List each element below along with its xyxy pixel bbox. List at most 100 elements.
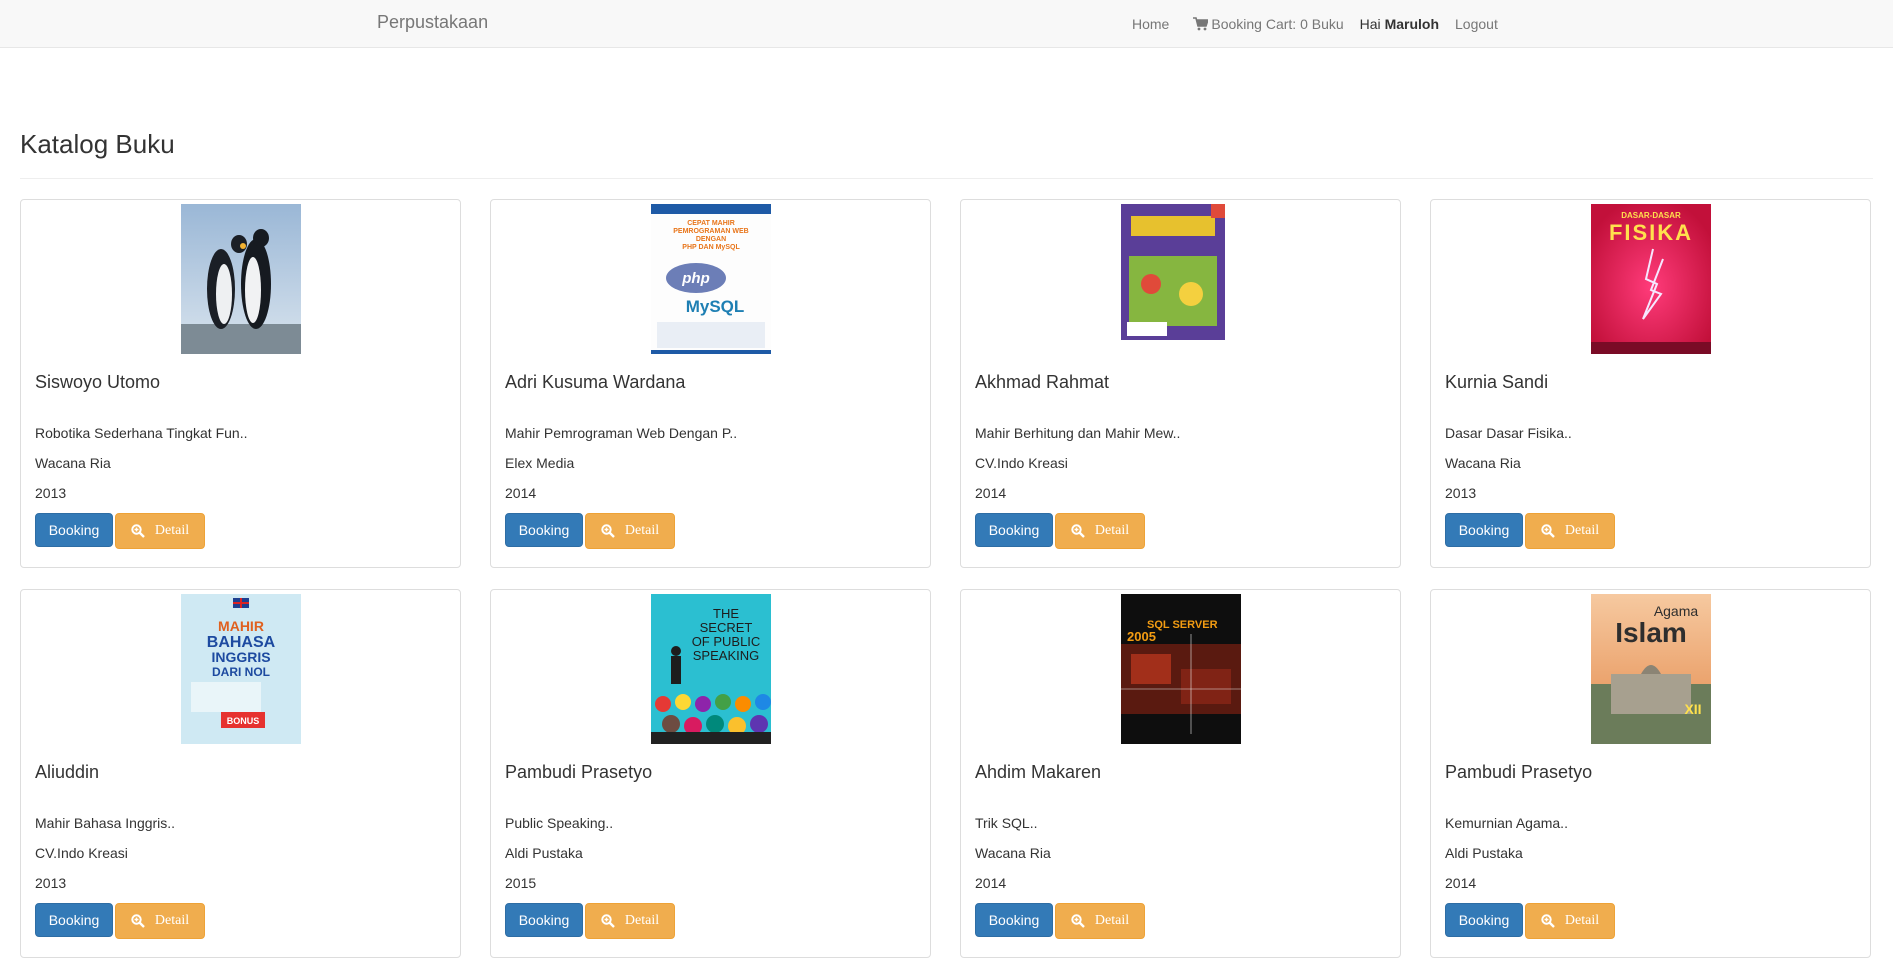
booking-button[interactable]: Booking (1445, 903, 1523, 937)
svg-text:DARI NOL: DARI NOL (212, 665, 270, 679)
book-cover-image[interactable] (181, 204, 301, 354)
svg-text:MAHIR: MAHIR (218, 618, 264, 634)
book-cover-image[interactable]: MAHIR BAHASA INGGRIS DARI NOL BONUS (181, 594, 301, 744)
book-author: Ahdim Makaren (975, 762, 1102, 782)
booking-button[interactable]: Booking (505, 513, 583, 547)
nav-cart-link[interactable]: Booking Cart: 0 Buku (1193, 16, 1344, 32)
book-card: SQL SERVER 2005 Ahdim Makaren Trik SQL..… (960, 589, 1401, 958)
detail-label: Detail (1564, 523, 1600, 538)
book-title: Public Speaking.. (505, 815, 614, 831)
book-year: 2014 (975, 485, 1007, 501)
book-card: THE SECRET OF PUBLIC SPEAKING Pambudi Pr… (490, 589, 931, 958)
book-title: Trik SQL.. (975, 815, 1038, 831)
svg-text:THE: THE (713, 606, 739, 621)
book-year: 2014 (975, 875, 1007, 891)
detail-label: Detail (1094, 523, 1130, 538)
detail-label: Detail (624, 523, 660, 538)
svg-text:MySQL: MySQL (686, 297, 745, 316)
zoom-in-icon (1071, 914, 1085, 928)
zoom-in-icon (1541, 914, 1555, 928)
user-name: Maruloh (1384, 16, 1440, 32)
book-cover-image[interactable]: THE SECRET OF PUBLIC SPEAKING (651, 594, 771, 744)
detail-label: Detail (1564, 913, 1600, 928)
top-navbar: Perpustakaan Home Booking Cart: 0 Buku H… (0, 0, 1893, 48)
book-title: Mahir Pemrograman Web Dengan P.. (505, 425, 738, 441)
zoom-in-icon (601, 524, 615, 538)
detail-label: Detail (154, 523, 190, 538)
booking-button[interactable]: Booking (975, 903, 1053, 937)
book-author: Pambudi Prasetyo (505, 762, 653, 782)
book-card: CEPAT MAHIR PEMROGRAMAN WEB DENGAN PHP D… (490, 199, 931, 568)
detail-button[interactable]: Detail (115, 513, 205, 549)
book-card: DASAR-DASAR FISIKA Kurnia Sandi Dasar Da… (1430, 199, 1871, 568)
user-greeting: Hai Maruloh (1360, 16, 1439, 32)
book-year: 2013 (35, 485, 67, 501)
detail-button[interactable]: Detail (585, 903, 675, 939)
detail-label: Detail (154, 913, 190, 928)
book-card: MAHIR BAHASA INGGRIS DARI NOL BONUS Aliu… (20, 589, 461, 958)
book-publisher: Elex Media (505, 455, 575, 471)
greeting-prefix: Hai (1359, 16, 1385, 32)
book-year: 2014 (505, 485, 537, 501)
svg-text:php: php (681, 270, 710, 287)
booking-button[interactable]: Booking (975, 513, 1053, 547)
book-cover-image[interactable]: Agama Islam XII (1591, 594, 1711, 744)
page-header: Katalog Buku (20, 129, 1873, 179)
book-author: Adri Kusuma Wardana (505, 372, 686, 392)
logout-link[interactable]: Logout (1455, 16, 1498, 32)
zoom-in-icon (131, 914, 145, 928)
book-card: Agama Islam XII Pambudi Prasetyo Kemurni… (1430, 589, 1871, 958)
svg-text:DENGAN: DENGAN (696, 236, 726, 243)
booking-button[interactable]: Booking (505, 903, 583, 937)
zoom-in-icon (1541, 524, 1555, 538)
detail-button[interactable]: Detail (1055, 903, 1145, 939)
book-year: 2015 (505, 875, 537, 891)
book-year: 2014 (1445, 875, 1477, 891)
book-publisher: CV.Indo Kreasi (35, 845, 128, 861)
svg-text:CEPAT MAHIR: CEPAT MAHIR (687, 220, 735, 227)
svg-text:DASAR-DASAR: DASAR-DASAR (1621, 211, 1681, 220)
booking-button[interactable]: Booking (35, 513, 113, 547)
nav-home-link[interactable]: Home (1132, 16, 1169, 32)
svg-text:OF PUBLIC: OF PUBLIC (692, 634, 761, 649)
svg-text:BONUS: BONUS (227, 716, 260, 726)
svg-text:SQL SERVER: SQL SERVER (1147, 619, 1218, 631)
svg-text:SPEAKING: SPEAKING (693, 648, 759, 663)
svg-text:XII: XII (1684, 701, 1701, 717)
brand-link[interactable]: Perpustakaan (377, 12, 488, 33)
book-cover-image[interactable]: SQL SERVER 2005 (1121, 594, 1241, 744)
svg-text:2005: 2005 (1127, 629, 1156, 644)
book-card: Akhmad Rahmat Mahir Berhitung dan Mahir … (960, 199, 1401, 568)
detail-button[interactable]: Detail (585, 513, 675, 549)
svg-text:INGGRIS: INGGRIS (211, 649, 270, 665)
detail-button[interactable]: Detail (1525, 903, 1615, 939)
svg-text:PEMROGRAMAN WEB: PEMROGRAMAN WEB (673, 228, 748, 235)
booking-button[interactable]: Booking (35, 903, 113, 937)
shopping-cart-icon (1193, 17, 1210, 31)
svg-text:PHP DAN MySQL: PHP DAN MySQL (682, 244, 740, 251)
book-publisher: Wacana Ria (1445, 455, 1521, 471)
detail-label: Detail (1094, 913, 1130, 928)
booking-button[interactable]: Booking (1445, 513, 1523, 547)
book-cover-image[interactable] (1121, 204, 1241, 354)
svg-text:Islam: Islam (1615, 617, 1687, 648)
book-publisher: Wacana Ria (975, 845, 1051, 861)
detail-button[interactable]: Detail (1525, 513, 1615, 549)
detail-label: Detail (624, 913, 660, 928)
book-author: Kurnia Sandi (1445, 372, 1549, 392)
zoom-in-icon (601, 914, 615, 928)
detail-button[interactable]: Detail (115, 903, 205, 939)
svg-text:FISIKA: FISIKA (1609, 220, 1693, 245)
detail-button[interactable]: Detail (1055, 513, 1145, 549)
book-publisher: Aldi Pustaka (505, 845, 583, 861)
page-title: Katalog Buku (20, 129, 175, 159)
book-author: Siswoyo Utomo (35, 372, 161, 392)
book-publisher: Aldi Pustaka (1445, 845, 1523, 861)
book-cover-image[interactable]: DASAR-DASAR FISIKA (1591, 204, 1711, 354)
zoom-in-icon (131, 524, 145, 538)
cart-label: Booking Cart: 0 Buku (1211, 16, 1344, 32)
book-year: 2013 (35, 875, 67, 891)
book-title: Mahir Bahasa Inggris.. (35, 815, 176, 831)
book-cover-image[interactable]: CEPAT MAHIR PEMROGRAMAN WEB DENGAN PHP D… (651, 204, 771, 354)
book-year: 2013 (1445, 485, 1477, 501)
